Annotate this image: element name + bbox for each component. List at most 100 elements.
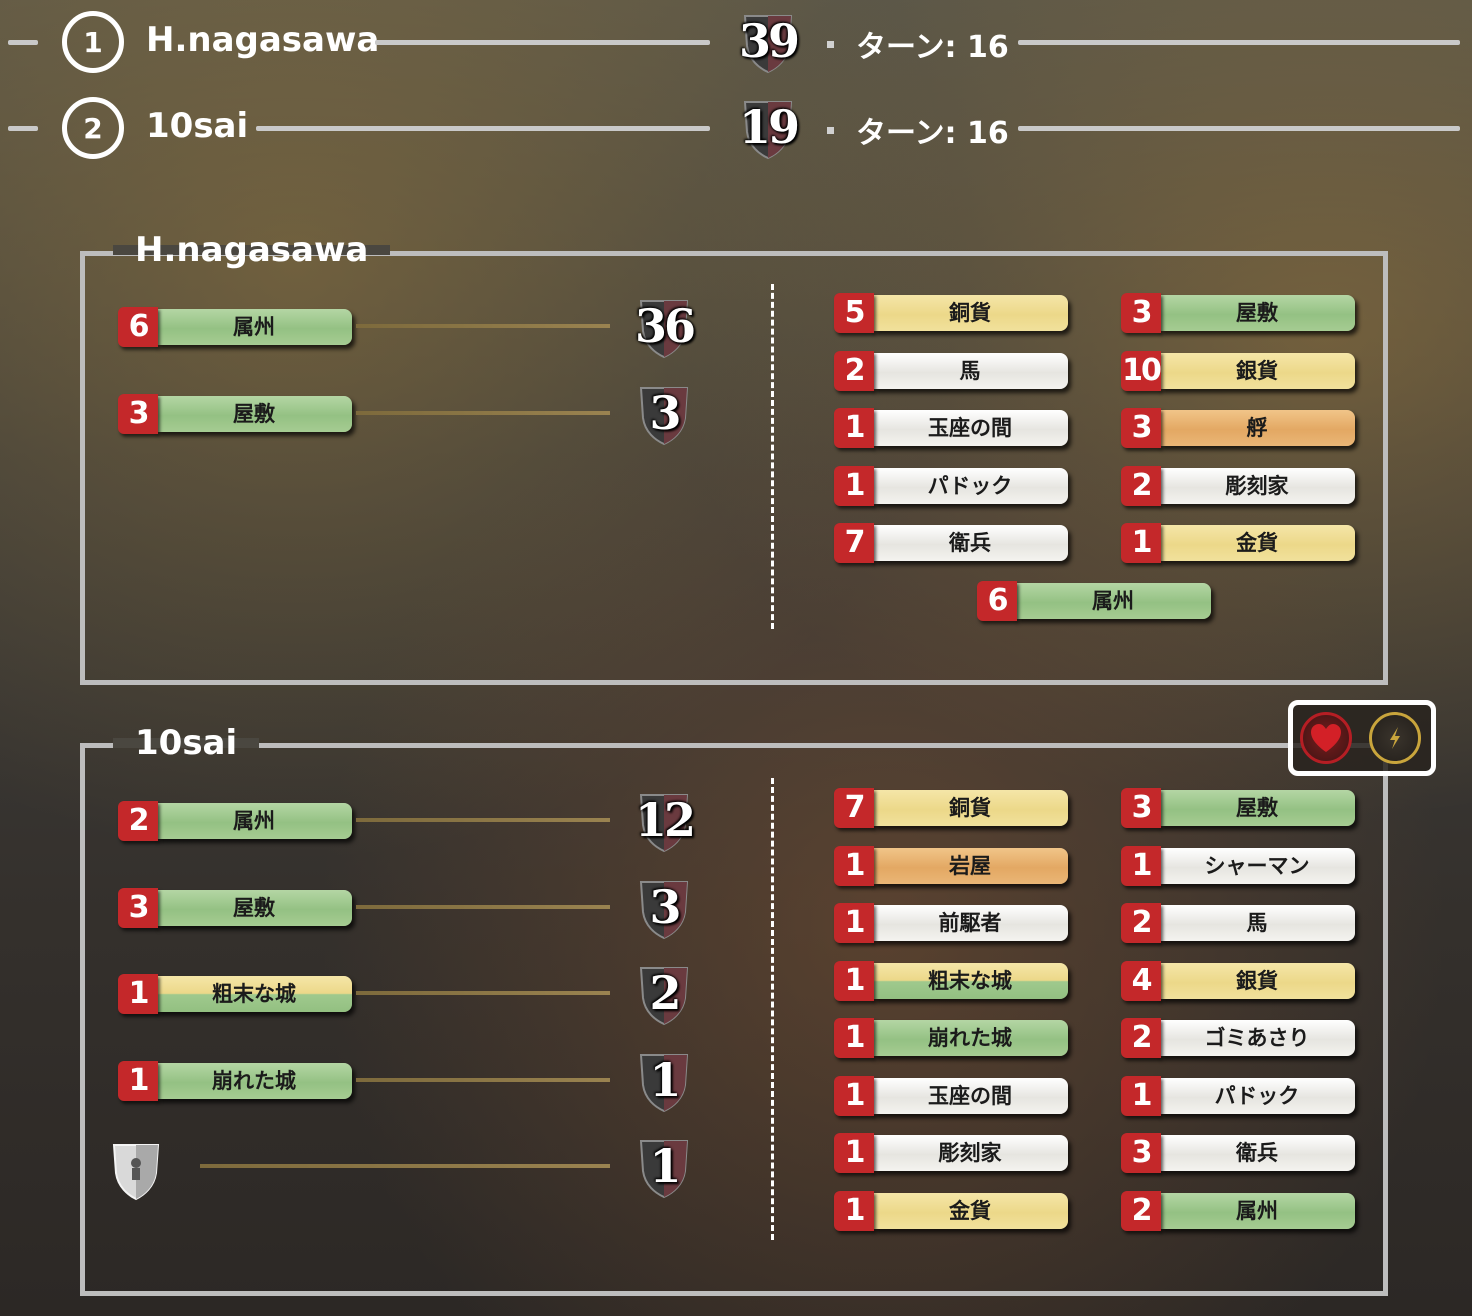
card-pill[interactable]: 粗末な城 1: [118, 974, 352, 1014]
score-value: 36: [635, 299, 696, 353]
connector-line: [356, 991, 610, 995]
card-pill[interactable]: 銅貨 5: [834, 293, 1068, 333]
card-count: 2: [834, 350, 874, 391]
points-shield: 3: [635, 382, 693, 446]
score-shield: 39: [739, 10, 800, 74]
card-name: 属州: [1015, 582, 1211, 619]
lightning-icon[interactable]: [1369, 712, 1421, 764]
card-name: 屋敷: [156, 395, 352, 432]
card-name: ゴミあさり: [1159, 1020, 1355, 1056]
card-pill[interactable]: 属州 6: [118, 307, 352, 347]
divider-line: [1018, 126, 1460, 131]
panel-title: 10sai: [113, 723, 260, 763]
card-name: シャーマン: [1159, 847, 1355, 884]
card-pill[interactable]: 屋敷 3: [118, 393, 352, 434]
card-pill[interactable]: 屋敷 3: [1121, 293, 1355, 333]
card-count: 6: [118, 307, 158, 347]
card-count: 7: [834, 788, 874, 828]
turn-counter: ターン: 16: [856, 30, 1009, 65]
card-pill[interactable]: 銀貨 10: [1121, 350, 1355, 391]
rank-badge: 2: [62, 97, 124, 159]
card-count: 3: [1121, 408, 1161, 448]
card-count: 1: [834, 1190, 874, 1231]
card-count: 1: [118, 974, 158, 1014]
divider-line: [8, 40, 38, 45]
card-count: 3: [1121, 1133, 1161, 1173]
card-pill[interactable]: 玉座の間 1: [834, 408, 1068, 448]
player-icon-box: [1288, 700, 1436, 776]
card-name: 艀: [1159, 410, 1355, 446]
card-count: 10: [1121, 350, 1162, 391]
score-shield: 19: [739, 96, 800, 160]
card-pill[interactable]: 崩れた城 1: [118, 1060, 352, 1101]
player-name[interactable]: H.nagasawa: [146, 20, 379, 60]
card-name: 彫刻家: [872, 1135, 1068, 1171]
divider-line: [375, 40, 710, 45]
player-name[interactable]: 10sai: [146, 106, 248, 146]
card-pill[interactable]: 銅貨 7: [834, 788, 1068, 828]
points-shield: 1: [635, 1049, 693, 1113]
card-pill[interactable]: 金貨 1: [1121, 523, 1355, 563]
card-name: 屋敷: [1159, 295, 1355, 331]
card-name: 屋敷: [156, 889, 352, 926]
card-pill[interactable]: 前駆者 1: [834, 903, 1068, 943]
card-name: 玉座の間: [872, 410, 1068, 446]
card-name: 金貨: [1159, 525, 1355, 561]
card-pill[interactable]: ゴミあさり 2: [1121, 1018, 1355, 1058]
connector-line: [200, 1164, 610, 1168]
score-value: 3: [649, 879, 681, 934]
card-pill[interactable]: 属州 2: [1121, 1190, 1355, 1231]
card-pill[interactable]: 衛兵 7: [834, 523, 1068, 563]
card-count: 1: [834, 465, 874, 506]
card-pill[interactable]: 馬2: [1121, 903, 1355, 943]
card-name: 馬: [872, 352, 1068, 389]
card-count: 1: [834, 1133, 874, 1173]
card-pill[interactable]: 粗末な城 1: [834, 960, 1068, 1001]
connector-line: [356, 1077, 610, 1082]
card-name: 属州: [156, 803, 352, 839]
card-name: 銀貨: [1159, 352, 1355, 389]
card-name: 属州: [156, 309, 352, 345]
card-pill[interactable]: 金貨 1: [834, 1190, 1068, 1231]
card-pill[interactable]: シャーマン 1: [1121, 845, 1355, 886]
card-pill[interactable]: 属州 6: [977, 580, 1211, 621]
card-name: 玉座の間: [872, 1077, 1068, 1114]
card-pill[interactable]: 玉座の間 1: [834, 1075, 1068, 1116]
card-pill[interactable]: 崩れた城 1: [834, 1018, 1068, 1058]
panel-divider: [771, 778, 774, 1240]
card-count: 1: [834, 1075, 874, 1116]
card-count: 1: [834, 845, 874, 886]
card-count: 4: [1121, 960, 1161, 1001]
card-pill[interactable]: 衛兵 3: [1121, 1133, 1355, 1173]
card-pill[interactable]: 屋敷 3: [118, 887, 352, 928]
divider-line: [1018, 40, 1460, 45]
card-pill[interactable]: 艀3: [1121, 408, 1355, 448]
card-count: 1: [834, 408, 874, 448]
card-pill[interactable]: 馬2: [834, 350, 1068, 391]
card-name: 衛兵: [1159, 1135, 1355, 1171]
card-pill[interactable]: 岩屋 1: [834, 845, 1068, 886]
card-pill[interactable]: 属州 2: [118, 801, 352, 841]
card-pill[interactable]: パドック 1: [834, 465, 1068, 506]
heart-icon[interactable]: [1300, 712, 1352, 764]
card-pill[interactable]: 銀貨 4: [1121, 960, 1355, 1001]
card-pill[interactable]: 彫刻家 2: [1121, 465, 1355, 506]
points-shield: 2: [635, 962, 693, 1026]
score-value: 1: [649, 1052, 681, 1107]
card-count: 1: [1121, 845, 1161, 886]
card-name: 銅貨: [872, 790, 1068, 826]
card-pill[interactable]: 彫刻家 1: [834, 1133, 1068, 1173]
victory-token-icon: [108, 1139, 164, 1201]
card-count: 1: [834, 1018, 874, 1058]
card-name: 銀貨: [1159, 962, 1355, 999]
card-pill[interactable]: 屋敷 3: [1121, 788, 1355, 828]
card-count: 2: [1121, 1190, 1161, 1231]
card-count: 6: [977, 580, 1017, 621]
separator-dot: [827, 41, 834, 48]
card-pill[interactable]: パドック 1: [1121, 1075, 1355, 1116]
card-name: 前駆者: [872, 905, 1068, 941]
points-shield: 12: [635, 789, 696, 853]
score-value: 39: [739, 14, 800, 68]
score-value: 12: [635, 793, 696, 847]
connector-line: [356, 818, 610, 822]
